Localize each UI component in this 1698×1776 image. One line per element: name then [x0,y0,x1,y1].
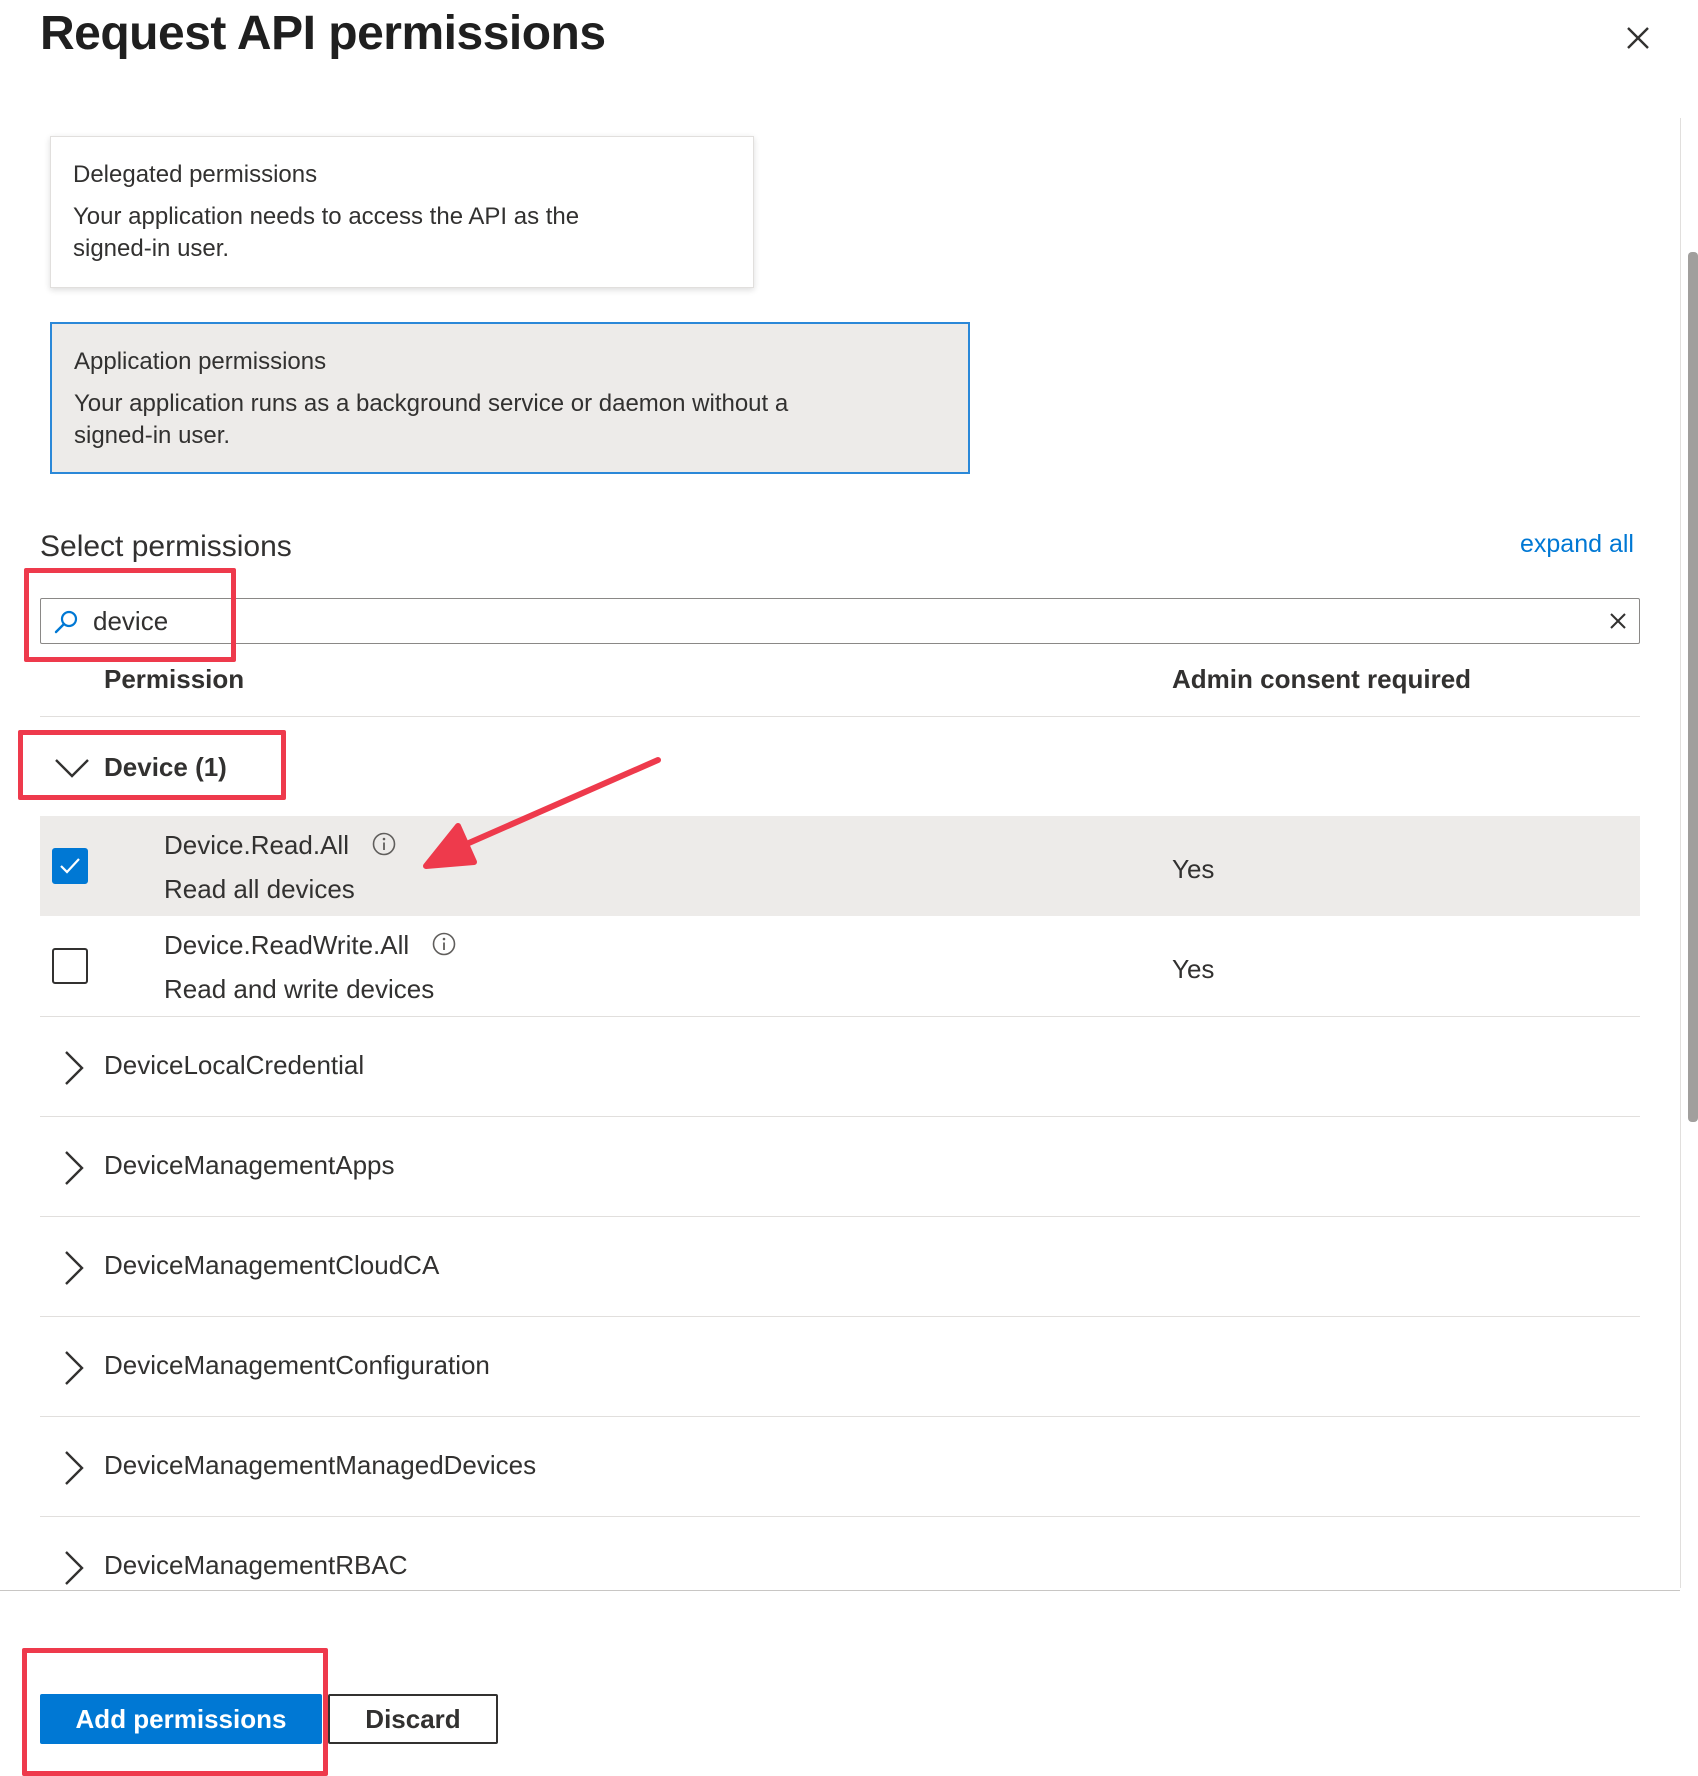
application-permissions-card[interactable]: Application permissions Your application… [50,322,970,474]
group-label: DeviceManagementRBAC [104,1550,408,1580]
permission-checkbox-checked[interactable] [52,848,88,884]
info-icon[interactable] [432,932,456,956]
group-devicemanagementcloudca[interactable]: DeviceManagementCloudCA [40,1218,1640,1318]
permission-name-cell: Device.Read.All [164,830,396,861]
expand-all-link[interactable]: expand all [1520,530,1634,559]
permission-name: Device.ReadWrite.All [164,930,410,960]
permission-checkbox[interactable] [52,948,88,984]
permission-name-cell: Device.ReadWrite.All [164,930,456,961]
permission-name: Device.Read.All [164,830,349,860]
row-divider [40,1516,1640,1517]
chevron-right-icon [65,1451,84,1485]
application-permissions-title: Application permissions [74,348,327,375]
group-label: DeviceManagementConfiguration [104,1350,490,1380]
panel-title: Request API permissions [40,7,606,60]
annotation-box-add-permissions [22,1648,328,1776]
close-icon[interactable] [1620,20,1656,56]
row-divider [40,1416,1640,1417]
admin-consent-value: Yes [1172,954,1215,984]
row-divider [40,1016,1640,1017]
chevron-right-icon [65,1251,84,1285]
application-permissions-description: Your application runs as a background se… [74,390,789,449]
row-divider [40,1216,1640,1217]
annotation-box-search [24,568,236,662]
permission-description: Read all devices [164,874,355,904]
footer-divider [0,1590,1680,1591]
scrollbar-thumb[interactable] [1688,252,1698,1122]
permission-row-device-readwrite-all[interactable]: Device.ReadWrite.All Read and write devi… [40,916,1640,1016]
admin-consent-value: Yes [1172,854,1215,884]
group-devicemanagementconfiguration[interactable]: DeviceManagementConfiguration [40,1318,1640,1418]
group-label: DeviceLocalCredential [104,1050,365,1080]
chevron-right-icon [65,1551,84,1585]
chevron-right-icon [65,1051,84,1085]
permission-search-box[interactable] [40,598,1640,644]
chevron-right-icon [65,1351,84,1385]
delegated-permissions-title: Delegated permissions [73,161,318,188]
group-devicemanagementrbac[interactable]: DeviceManagementRBAC [40,1518,1640,1588]
info-icon[interactable] [372,832,396,856]
clear-search-icon[interactable] [1606,609,1630,633]
row-divider [40,1316,1640,1317]
group-devicemanagementmanageddevices[interactable]: DeviceManagementManagedDevices [40,1418,1640,1518]
search-input[interactable] [91,603,1571,639]
group-devicemanagementapps[interactable]: DeviceManagementApps [40,1118,1640,1218]
column-header-admin-consent: Admin consent required [1172,664,1472,694]
chevron-right-icon [65,1151,84,1185]
annotation-box-device-group [18,730,286,800]
discard-button[interactable]: Discard [328,1694,498,1744]
column-header-permission: Permission [104,664,245,694]
delegated-permissions-card[interactable]: Delegated permissions Your application n… [50,136,754,288]
delegated-permissions-description: Your application needs to access the API… [73,203,580,262]
group-devicelocalcredential[interactable]: DeviceLocalCredential [40,1018,1640,1118]
row-divider [40,1116,1640,1117]
permission-row-device-read-all[interactable]: Device.Read.All Read all devices Yes [40,816,1640,916]
group-label: DeviceManagementCloudCA [104,1250,440,1280]
header-divider [40,716,1640,717]
group-label: DeviceManagementManagedDevices [104,1450,537,1480]
checkmark-icon [60,858,80,874]
permission-description: Read and write devices [164,974,435,1004]
select-permissions-label: Select permissions [40,530,292,563]
group-label: DeviceManagementApps [104,1150,395,1180]
